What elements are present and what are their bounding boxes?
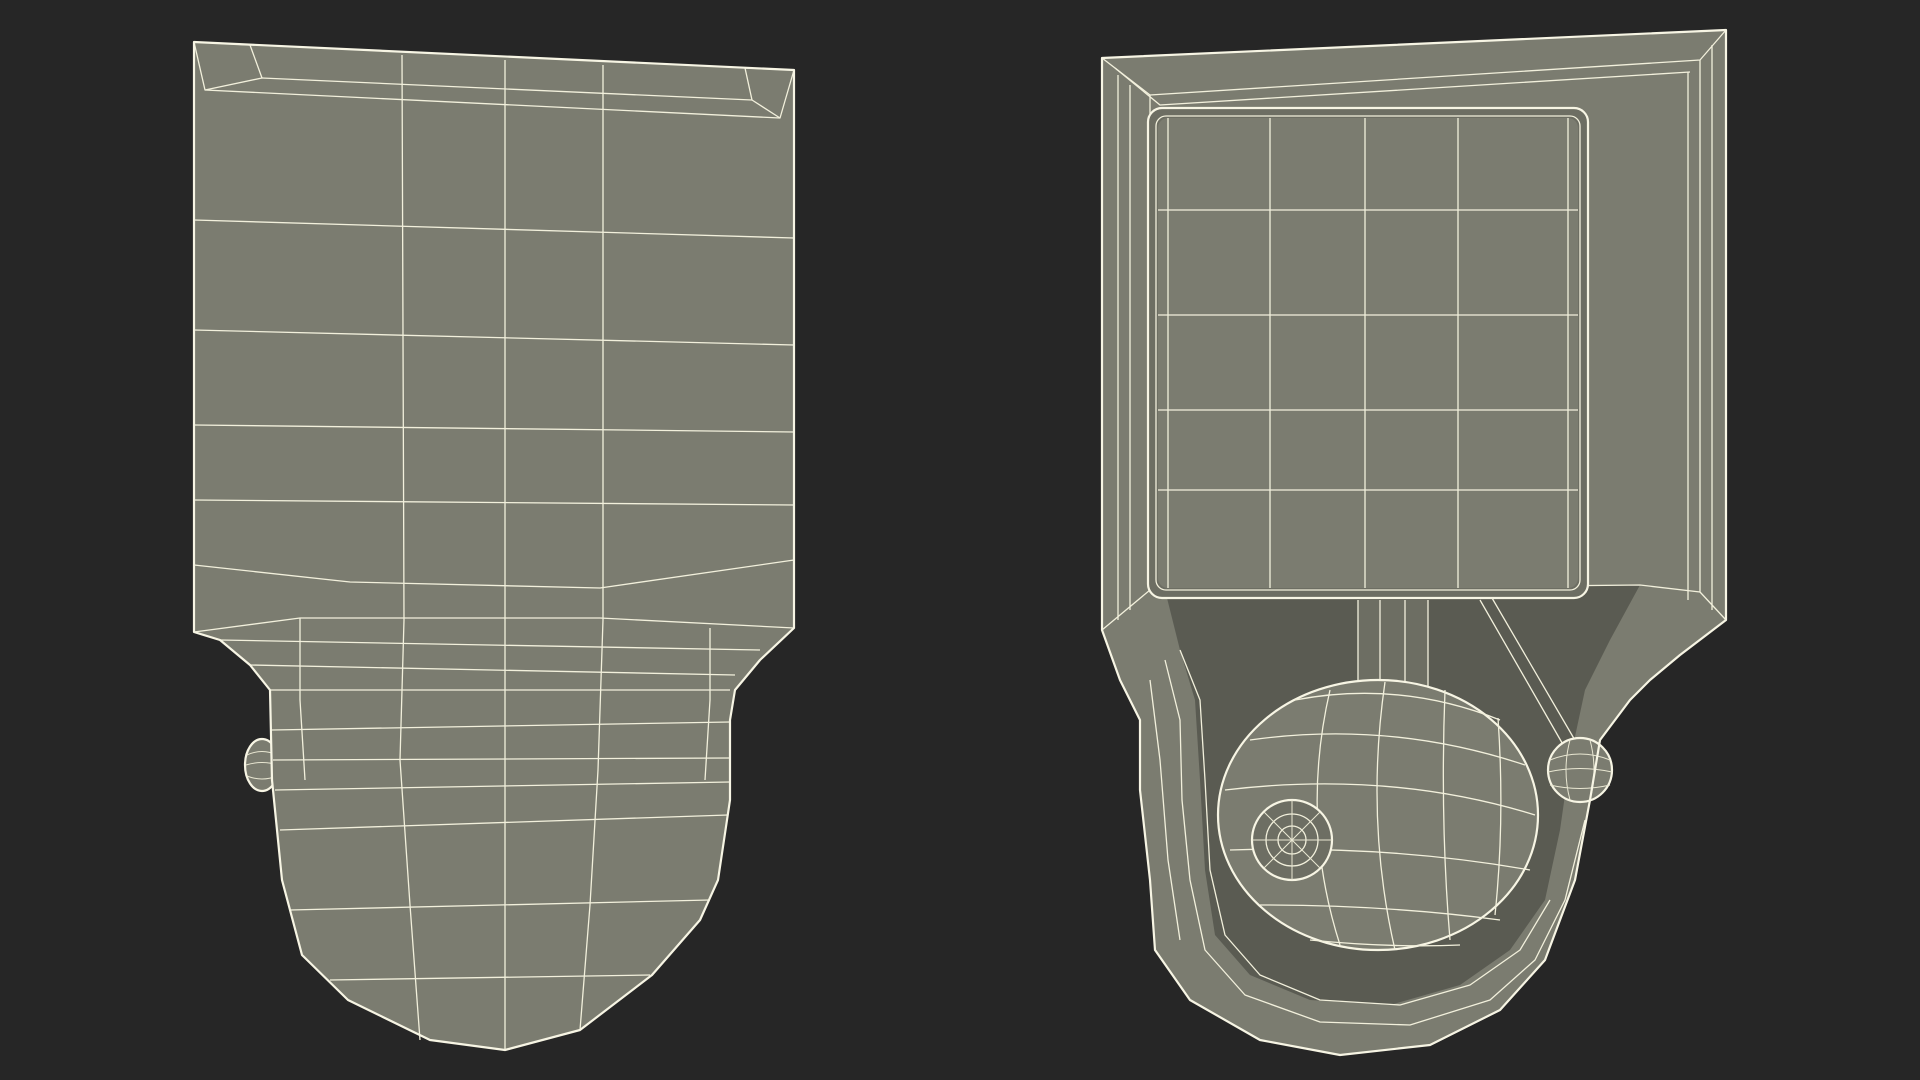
front-view-model: [1100, 28, 1728, 1057]
small-knob: [1546, 736, 1614, 804]
back-panel: [194, 42, 794, 1050]
bulb-sphere: [1216, 678, 1540, 952]
wireframe-render-canvas: [0, 0, 1920, 1080]
support-stem: [1358, 600, 1428, 690]
back-view-model: [192, 40, 796, 1052]
